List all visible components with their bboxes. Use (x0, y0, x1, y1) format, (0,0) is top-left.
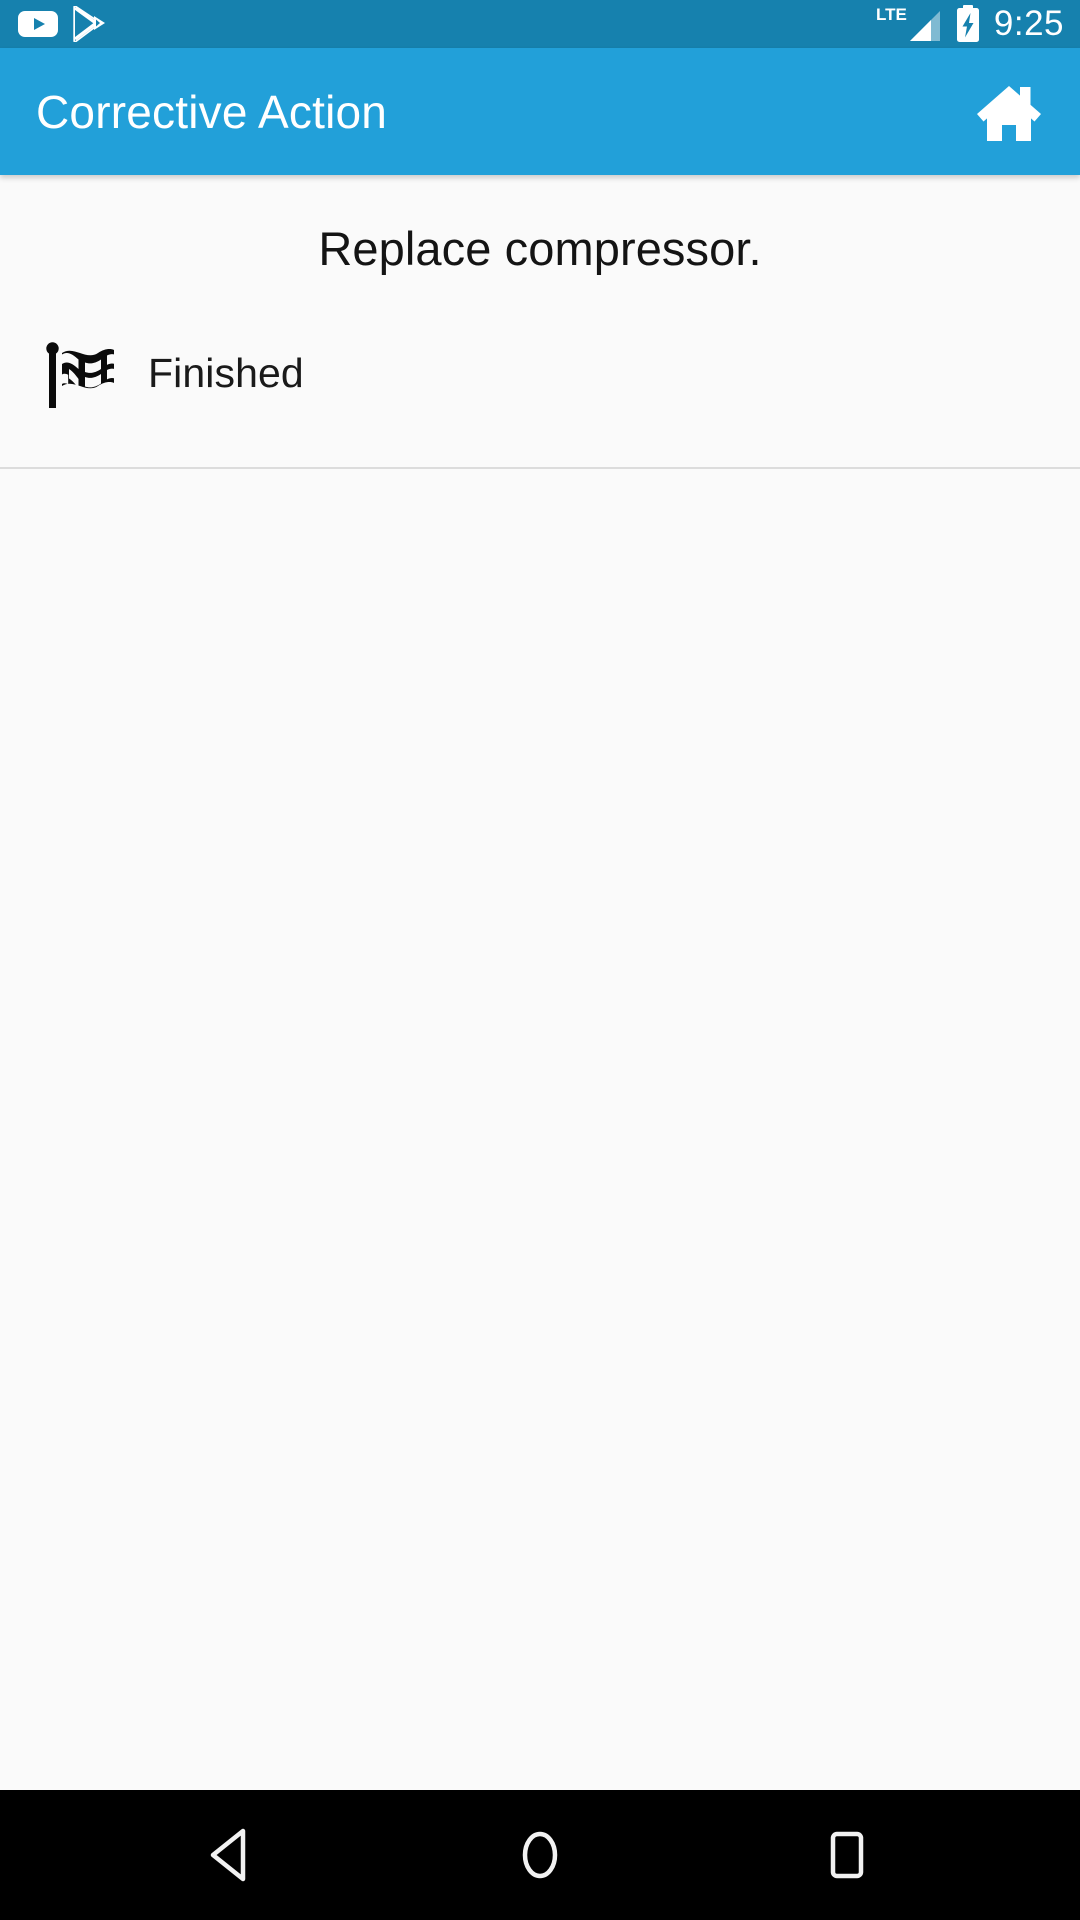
nav-recents-button[interactable] (787, 1790, 907, 1920)
phone-screen: LTE 9:25 Corrective Action Replace compr… (0, 0, 1080, 1920)
status-bar: LTE 9:25 (0, 0, 1080, 48)
battery-charging-icon (955, 4, 981, 44)
nav-back-button[interactable] (173, 1790, 293, 1920)
finished-status-row[interactable]: Finished (0, 277, 1080, 415)
status-bar-clock: 9:25 (993, 3, 1064, 43)
android-navigation-bar (0, 1790, 1080, 1920)
status-bar-indicators: LTE 9:25 (876, 4, 1064, 44)
home-action-button[interactable] (966, 69, 1052, 155)
status-bar-notifications (18, 5, 106, 43)
play-store-notification-icon (72, 5, 106, 43)
home-circle-icon (512, 1825, 568, 1885)
youtube-notification-icon (18, 9, 58, 39)
nav-home-button[interactable] (480, 1790, 600, 1920)
finished-status-label: Finished (148, 349, 304, 396)
main-content: Replace compressor. Finished (0, 175, 1080, 1790)
home-icon (976, 81, 1042, 143)
page-title: Corrective Action (36, 85, 388, 138)
svg-text:LTE: LTE (876, 5, 907, 24)
app-bar-actions (966, 69, 1052, 155)
checkered-flag-icon (38, 331, 122, 415)
content-empty-area (0, 469, 1080, 1790)
corrective-action-text: Replace compressor. (318, 222, 762, 275)
recents-square-icon (819, 1825, 875, 1885)
lte-signal-icon: LTE (876, 4, 942, 44)
back-triangle-icon (205, 1825, 261, 1885)
app-bar: Corrective Action (0, 48, 1080, 175)
